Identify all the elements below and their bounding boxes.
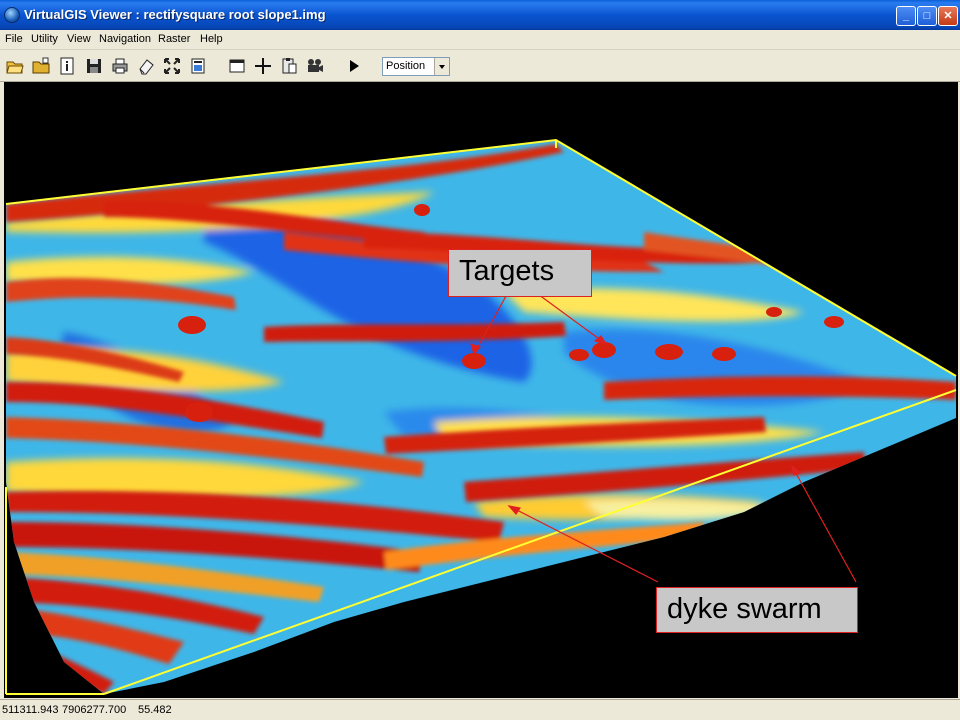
menu-bar: File Utility View Navigation Raster Help (0, 30, 960, 50)
title-bar[interactable]: VirtualGIS Viewer : rectifysquare root s… (0, 0, 960, 30)
minimize-button[interactable]: _ (896, 6, 916, 26)
camera-icon[interactable] (306, 57, 324, 75)
navigation-mode-select[interactable]: Position (382, 57, 450, 76)
toolbar (0, 50, 960, 82)
3d-terrain-viewport[interactable]: Targets dyke swarm (4, 82, 958, 698)
navigation-mode-value: Position (386, 60, 426, 72)
menu-file[interactable]: File (5, 33, 23, 45)
clipboard-icon[interactable] (280, 57, 298, 75)
play-icon[interactable] (345, 57, 363, 75)
eraser-icon[interactable] (137, 57, 155, 75)
menu-utility[interactable]: Utility (31, 33, 58, 45)
virtualgis-viewer-window: VirtualGIS Viewer : rectifysquare root s… (0, 0, 960, 720)
menu-navigation[interactable]: Navigation (99, 33, 151, 45)
maximize-button[interactable]: □ (917, 6, 937, 26)
status-elevation: 55.482 (138, 704, 172, 716)
dyke-swarm-callout: dyke swarm (656, 587, 858, 633)
menu-raster[interactable]: Raster (158, 33, 190, 45)
globe-icon (4, 7, 20, 23)
open-folder-icon[interactable] (6, 57, 24, 75)
close-button[interactable]: ✕ (938, 6, 958, 26)
fit-extent-icon[interactable] (163, 57, 181, 75)
chevron-down-icon[interactable] (434, 58, 449, 75)
menu-help[interactable]: Help (200, 33, 223, 45)
dyke-swarm-label: dyke swarm (667, 593, 822, 625)
print-icon[interactable] (111, 57, 129, 75)
layer-icon[interactable] (189, 57, 207, 75)
new-folder-icon[interactable] (32, 57, 50, 75)
window-icon[interactable] (228, 57, 246, 75)
targets-callout: Targets (448, 249, 592, 297)
status-northing: 7906277.700 (62, 704, 127, 716)
status-bar: 511311.943 7906277.700 55.482 (0, 699, 960, 720)
window-title: VirtualGIS Viewer : rectifysquare root s… (24, 7, 326, 22)
targets-label: Targets (459, 255, 555, 287)
menu-view[interactable]: View (67, 33, 91, 45)
status-easting: 511311.943 (2, 704, 59, 716)
save-icon[interactable] (85, 57, 103, 75)
crosshair-icon[interactable] (254, 57, 272, 75)
info-icon[interactable] (58, 57, 76, 75)
